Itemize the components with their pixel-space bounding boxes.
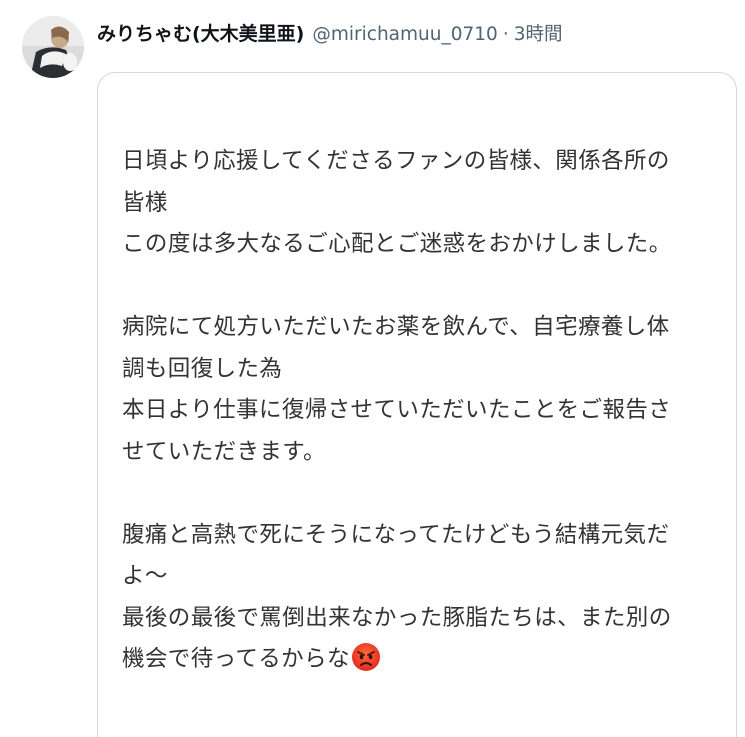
timestamp[interactable]: 3時間	[514, 19, 563, 51]
notice-blank-line	[122, 266, 722, 308]
notice-line: 病院にて処方いただいたお薬を飲んで、自宅療養し体	[122, 314, 670, 340]
notice-blank-line	[122, 473, 722, 515]
notice-line: 日頃より応援してくださるファンの皆様、関係各所の	[122, 148, 670, 174]
image-notice-text: 日頃より応援してくださるファンの皆様、関係各所の 皆様 この度は多大なるご心配と…	[122, 141, 722, 681]
attached-image[interactable]: 日頃より応援してくださるファンの皆様、関係各所の 皆様 この度は多大なるご心配と…	[97, 72, 737, 737]
separator-dot: ·	[502, 24, 509, 45]
notice-line: せていただきます。	[122, 438, 326, 465]
user-handle[interactable]: @mirichamuu_0710	[312, 19, 497, 51]
notice-line: 調も回復した為	[122, 355, 283, 382]
notice-line: 本日より仕事に復帰させていただいたことをご報告さ	[122, 397, 672, 423]
notice-line: この度は多大なるご心配とご迷惑をおかけしました。	[122, 231, 672, 257]
angry-face-icon	[351, 642, 381, 687]
avatar[interactable]	[22, 16, 84, 78]
display-name[interactable]: みりちゃむ(大木美里亜)	[97, 18, 304, 50]
tweet[interactable]: みりちゃむ(大木美里亜) @mirichamuu_0710 · 3時間 日頃より…	[0, 0, 745, 737]
profile-photo-icon	[22, 16, 84, 78]
notice-line: 皆様	[122, 189, 168, 216]
notice-line-with-emoji: 機会で待ってるからな	[122, 639, 722, 681]
tweet-header: みりちゃむ(大木美里亜) @mirichamuu_0710 · 3時間	[97, 18, 563, 50]
notice-line: よ〜	[122, 563, 168, 589]
notice-line: 最後の最後で罵倒出来なかった豚脂たちは、また別の	[122, 604, 672, 631]
notice-line: 腹痛と高熱で死にそうになってたけどもう結構元気だ	[122, 521, 670, 548]
notice-line-text: 機会で待ってるからな	[122, 646, 350, 672]
